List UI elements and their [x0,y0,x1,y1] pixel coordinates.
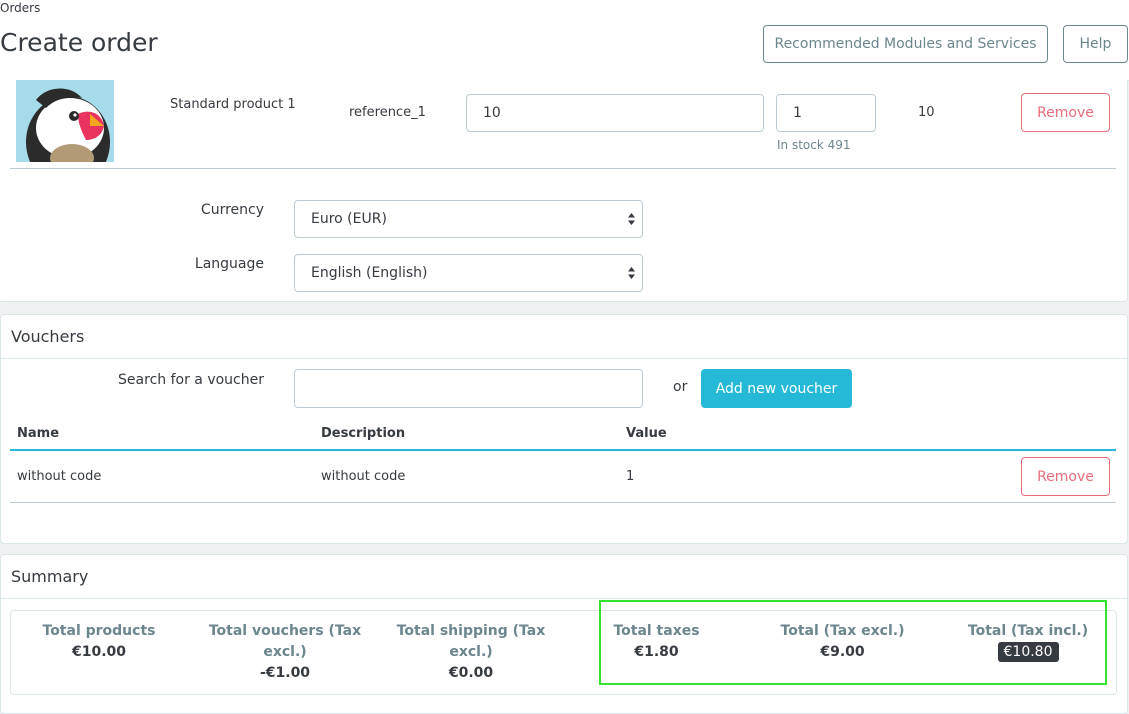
table-row-divider [10,502,1116,503]
vouchers-card: Vouchers [0,314,1128,544]
page-title: Create order [0,28,158,57]
remove-voucher-button[interactable]: Remove [1021,457,1110,496]
product-reference: reference_1 [349,105,426,120]
puffin-logo-icon [16,80,114,162]
currency-select-value: Euro (EUR) [311,211,387,227]
total-products-label: Total products [42,623,156,639]
voucher-description-cell: without code [321,469,406,484]
recommended-modules-button[interactable]: Recommended Modules and Services [763,25,1048,63]
add-new-voucher-button[interactable]: Add new voucher [701,369,852,408]
language-label: Language [194,256,264,272]
or-text: or [673,379,688,395]
row-divider [10,168,1116,169]
total-vouchers-value: -€1.00 [259,665,311,681]
product-price-input[interactable]: 10 [466,94,764,132]
summary-title: Summary [1,555,1127,599]
total-shipping-label: Total shipping (Tax excl.) [396,623,546,660]
column-header-description: Description [321,426,406,441]
total-vouchers: Total vouchers (Tax excl.) -€1.00 [205,621,365,684]
table-header-divider [10,449,1116,451]
total-shipping-value: €0.00 [448,665,494,681]
total-products: Total products €10.00 [24,621,174,663]
column-header-value: Value [626,426,667,441]
help-button[interactable]: Help [1063,25,1128,63]
column-header-name: Name [17,426,60,441]
voucher-value-cell: 1 [626,469,635,484]
product-total: 10 [918,105,935,120]
total-products-value: €10.00 [71,644,127,660]
remove-product-button[interactable]: Remove [1021,93,1110,132]
highlight-box [599,600,1107,685]
currency-select[interactable]: Euro (EUR) [294,200,643,238]
product-image [16,80,114,162]
select-arrows-icon [628,213,635,225]
voucher-search-label: Search for a voucher [118,372,264,388]
voucher-search-input[interactable] [294,369,643,408]
select-arrows-icon [628,267,635,279]
vouchers-title: Vouchers [1,315,1127,359]
product-quantity-input[interactable]: 1 [776,94,876,132]
language-select-value: English (English) [311,265,428,281]
total-vouchers-label: Total vouchers (Tax excl.) [208,623,362,660]
product-name: Standard product 1 [170,97,296,112]
breadcrumb[interactable]: Orders [0,1,40,15]
total-shipping: Total shipping (Tax excl.) €0.00 [391,621,551,684]
language-select[interactable]: English (English) [294,254,643,292]
voucher-name-cell: without code [17,469,102,484]
stock-info: In stock 491 [777,138,851,152]
currency-label: Currency [200,202,264,218]
